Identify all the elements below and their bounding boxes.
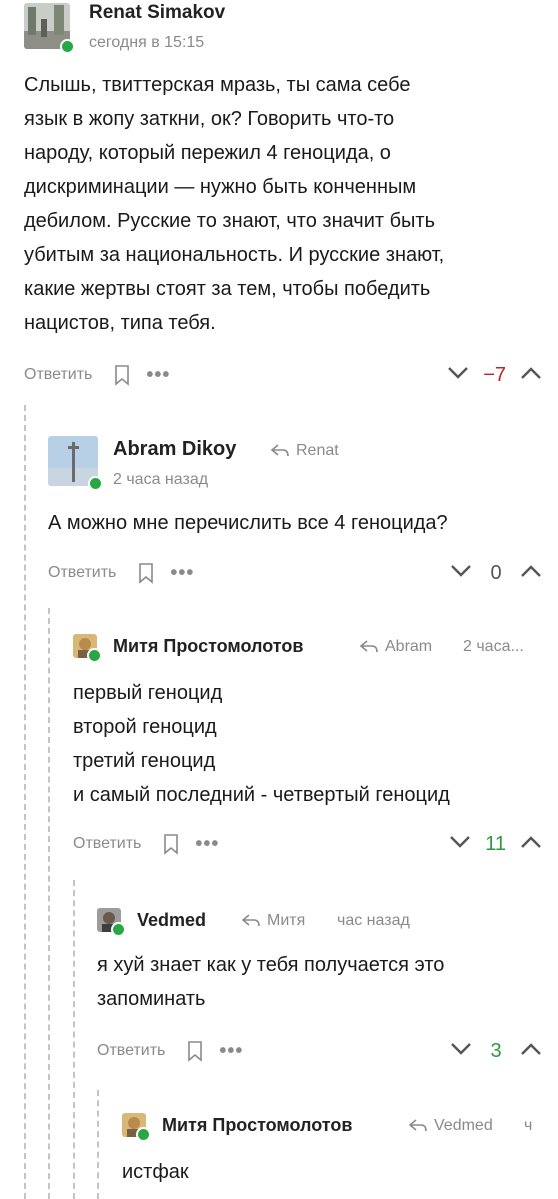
comment-abram: Abram Dikoy Renat 2 часа назад А можно м… (48, 436, 558, 606)
comment-actions: Ответить ••• −7 (24, 360, 558, 390)
vote-up-icon[interactable] (520, 1042, 542, 1061)
more-options-icon[interactable]: ••• (219, 1041, 243, 1061)
reply-to[interactable]: Vedmed (408, 1117, 493, 1135)
vote-up-icon[interactable] (520, 366, 542, 385)
online-indicator (111, 922, 126, 937)
author-name[interactable]: Митя Простомолотов (113, 636, 303, 657)
vote-down-icon[interactable] (450, 564, 472, 583)
reply-arrow-icon (241, 914, 260, 927)
reply-arrow-icon (408, 1119, 427, 1132)
online-indicator (87, 648, 102, 663)
comment-text: истфак (122, 1161, 189, 1183)
author-name[interactable]: Митя Простомолотов (162, 1115, 352, 1136)
comment-text: Слышь, твиттерская мразь, ты сама себе я… (24, 74, 445, 334)
comment-text: я хуй знает как у тебя получается это за… (97, 954, 445, 1010)
comment-text: А можно мне перечислить все 4 геноцида? (48, 512, 448, 534)
timestamp[interactable]: 2 часа назад (113, 471, 208, 489)
bookmark-icon[interactable] (138, 562, 154, 584)
more-options-icon[interactable]: ••• (170, 563, 194, 583)
vote-down-icon[interactable] (449, 835, 471, 854)
vote-score: 3 (490, 1039, 502, 1062)
reply-arrow-icon (359, 640, 378, 653)
reply-button[interactable]: Ответить (24, 366, 92, 384)
vote-score: 11 (485, 832, 506, 855)
vote-down-icon[interactable] (450, 1042, 472, 1061)
vote-up-icon[interactable] (520, 564, 542, 583)
bookmark-icon[interactable] (187, 1040, 203, 1062)
comment-renat: Renat Simakov сегодня в 15:15 Слышь, тви… (24, 0, 558, 400)
vote-score: 0 (490, 561, 502, 584)
thread-line-level-2 (48, 608, 50, 1199)
reply-to-name: Митя (267, 912, 306, 929)
online-indicator (60, 39, 75, 54)
vote-score: −7 (483, 363, 506, 386)
thread-line-level-3 (73, 880, 75, 1199)
avatar[interactable] (73, 634, 102, 663)
more-options-icon[interactable]: ••• (146, 365, 170, 385)
avatar[interactable] (48, 436, 103, 491)
timestamp[interactable]: час назад (337, 912, 410, 930)
timestamp[interactable]: ч (524, 1117, 532, 1135)
comment-actions: Ответить ••• 3 (97, 1036, 558, 1066)
comment-text: первый геноцид второй геноцид третий ген… (73, 682, 450, 806)
online-indicator (88, 476, 103, 491)
thread-line-level-1 (24, 405, 26, 1199)
vote-controls: 11 (449, 833, 542, 856)
reply-button[interactable]: Ответить (97, 1042, 165, 1060)
reply-to[interactable]: Abram (359, 638, 432, 656)
avatar[interactable] (122, 1113, 151, 1142)
comment-actions: Ответить ••• 0 (48, 558, 558, 588)
avatar[interactable] (97, 908, 126, 937)
more-options-icon[interactable]: ••• (195, 834, 219, 854)
reply-arrow-icon (270, 444, 289, 457)
thread-line-level-4 (97, 1090, 99, 1199)
vote-down-icon[interactable] (447, 366, 469, 385)
reply-button[interactable]: Ответить (73, 835, 141, 853)
reply-to-name: Abram (385, 638, 433, 655)
reply-to[interactable]: Митя (241, 912, 305, 930)
author-name[interactable]: Abram Dikoy (113, 438, 236, 461)
bookmark-icon[interactable] (163, 833, 179, 855)
online-indicator (136, 1127, 151, 1142)
reply-to-name: Vedmed (434, 1117, 493, 1134)
reply-to[interactable]: Renat (270, 442, 339, 460)
bookmark-icon[interactable] (114, 364, 130, 386)
reply-button[interactable]: Ответить (48, 564, 116, 582)
vote-controls: 0 (450, 562, 542, 585)
author-name[interactable]: Vedmed (137, 910, 206, 931)
vote-controls: 3 (450, 1040, 542, 1063)
comment-actions: Ответить ••• 11 (73, 829, 558, 859)
comment-mitya-1: Митя Простомолотов Abram 2 часа... первы… (73, 632, 558, 872)
reply-to-name: Renat (296, 442, 339, 459)
comment-vedmed: Vedmed Митя час назад я хуй знает как у … (97, 906, 558, 1086)
vote-up-icon[interactable] (520, 835, 542, 854)
timestamp[interactable]: сегодня в 15:15 (89, 34, 204, 52)
avatar[interactable] (24, 3, 75, 54)
author-name[interactable]: Renat Simakov (89, 2, 225, 24)
timestamp[interactable]: 2 часа... (463, 638, 524, 656)
comment-mitya-2: Митя Простомолотов Vedmed ч истфак (122, 1111, 558, 1199)
vote-controls: −7 (447, 364, 542, 387)
